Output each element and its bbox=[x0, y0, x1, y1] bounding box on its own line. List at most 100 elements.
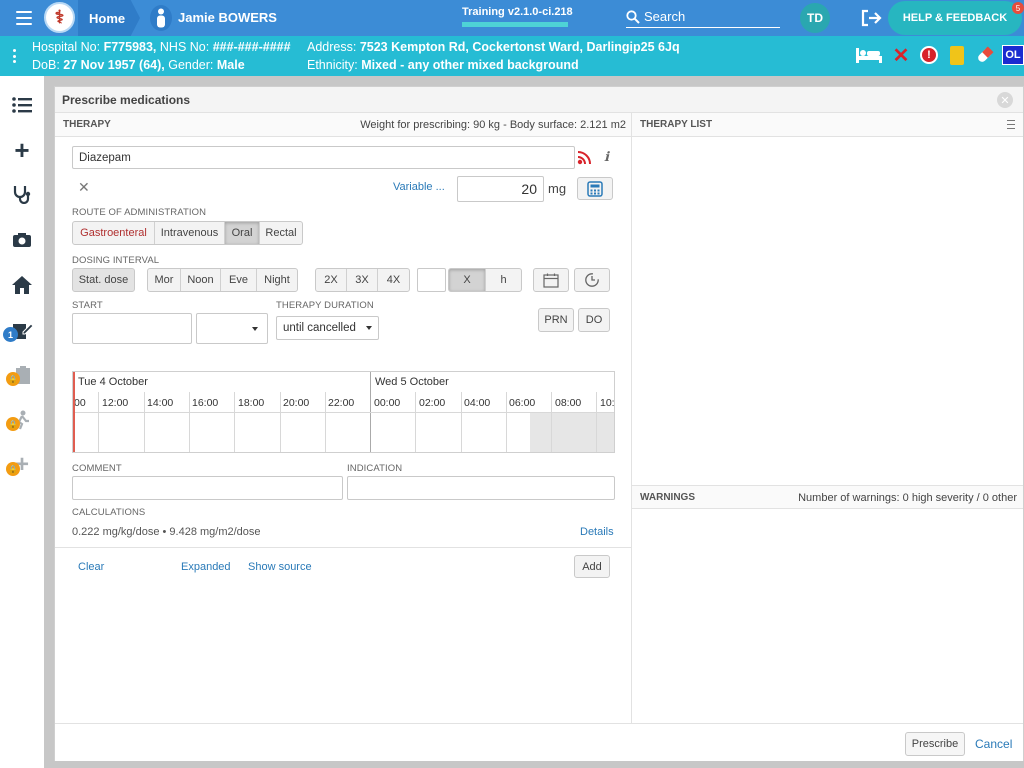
clear-medication-icon[interactable]: ✕ bbox=[78, 179, 90, 196]
nhs-no-value: ###-###-#### bbox=[212, 40, 291, 54]
start-time-select[interactable] bbox=[196, 313, 268, 344]
info-icon[interactable]: ℹ bbox=[604, 150, 609, 165]
interval-unit-hours[interactable]: h bbox=[486, 269, 521, 291]
clear-link[interactable]: Clear bbox=[78, 561, 104, 573]
calculations-label: CALCULATIONS bbox=[72, 507, 146, 518]
search-icon bbox=[626, 9, 640, 24]
help-feedback-label: HELP & FEEDBACK bbox=[902, 12, 1008, 24]
time-of-day-selector: Mor Noon Eve Night bbox=[147, 268, 298, 292]
home-icon[interactable] bbox=[6, 269, 38, 301]
start-date-input[interactable] bbox=[72, 313, 192, 344]
search-label: Search bbox=[644, 9, 686, 24]
dialog-close-icon[interactable]: ✕ bbox=[997, 92, 1013, 108]
hamburger-menu-icon[interactable] bbox=[12, 8, 36, 28]
do-button[interactable]: DO bbox=[578, 308, 610, 332]
logout-icon[interactable] bbox=[860, 9, 882, 27]
time-morning[interactable]: Mor bbox=[148, 269, 181, 291]
close-x-alert-icon[interactable]: ✕ bbox=[890, 44, 912, 67]
address-label: Address: bbox=[307, 40, 357, 54]
timeline-hour-label: 08:00 bbox=[555, 397, 582, 409]
lock-icon: 🔒 bbox=[6, 462, 20, 476]
help-feedback-button[interactable]: HELP & FEEDBACK bbox=[888, 1, 1022, 35]
dose-calculator-button[interactable] bbox=[577, 177, 613, 200]
time-noon[interactable]: Noon bbox=[181, 269, 221, 291]
lock-icon: 🔒 bbox=[6, 417, 20, 431]
list-icon[interactable] bbox=[6, 89, 38, 121]
camera-icon[interactable] bbox=[6, 224, 38, 256]
pill-icon[interactable] bbox=[974, 44, 996, 66]
dialog-header: Prescribe medications ✕ bbox=[55, 87, 1023, 113]
search-box[interactable]: Search bbox=[626, 6, 780, 28]
app-logo[interactable]: ⚕ bbox=[44, 2, 75, 33]
warning-alert-icon[interactable]: ! bbox=[918, 44, 940, 66]
route-oral[interactable]: Oral bbox=[225, 222, 260, 244]
timeline-hour-label: 02:00 bbox=[419, 397, 446, 409]
dosing-interval-label: DOSING INTERVAL bbox=[72, 255, 160, 266]
prn-button[interactable]: PRN bbox=[538, 308, 574, 332]
add-icon[interactable]: + bbox=[6, 134, 38, 166]
medication-search-input[interactable]: Diazepam bbox=[72, 146, 575, 169]
bed-icon[interactable] bbox=[854, 44, 884, 66]
indication-input[interactable] bbox=[347, 476, 615, 500]
therapy-duration-label: THERAPY DURATION bbox=[276, 300, 374, 311]
timeline-hour-tick bbox=[325, 392, 326, 452]
calculator-icon bbox=[587, 180, 603, 197]
interval-value-input[interactable] bbox=[417, 268, 446, 292]
frequency-4x[interactable]: 4X bbox=[378, 269, 409, 291]
time-night[interactable]: Night bbox=[257, 269, 297, 291]
therapy-duration-select[interactable]: until cancelled bbox=[276, 316, 379, 340]
lock-icon: 🔒 bbox=[6, 372, 20, 386]
timeline-row-divider bbox=[73, 412, 614, 413]
schedule-button[interactable] bbox=[574, 268, 610, 292]
therapy-list-section-header: THERAPY LIST bbox=[631, 113, 1023, 137]
patient-name[interactable]: Jamie BOWERS bbox=[178, 10, 277, 25]
kebab-menu-icon[interactable] bbox=[8, 47, 20, 65]
stethoscope-icon[interactable] bbox=[6, 178, 38, 210]
dialog-footer: Prescribe Cancel bbox=[55, 723, 1023, 761]
timeline-hour-label: 20:00 bbox=[283, 397, 310, 409]
home-tab[interactable]: Home bbox=[78, 0, 140, 36]
frequency-2x[interactable]: 2X bbox=[316, 269, 347, 291]
indication-label: INDICATION bbox=[347, 463, 403, 474]
document-alert-icon[interactable] bbox=[946, 44, 968, 66]
chevron-down-icon bbox=[366, 326, 372, 330]
dosing-timeline[interactable]: Tue 4 October Wed 5 October 00 12:00 14:… bbox=[72, 371, 615, 453]
timeline-hour-tick bbox=[98, 392, 99, 452]
frequency-3x[interactable]: 3X bbox=[347, 269, 378, 291]
calendar-button[interactable] bbox=[533, 268, 569, 292]
ol-badge[interactable]: OL bbox=[1002, 45, 1024, 65]
variable-dose-link[interactable]: Variable ... bbox=[393, 181, 445, 193]
details-link[interactable]: Details bbox=[580, 526, 614, 538]
add-button[interactable]: Add bbox=[574, 555, 610, 578]
prescribe-medications-dialog: Prescribe medications ✕ THERAPY Weight f… bbox=[54, 86, 1024, 761]
route-gastroenteral[interactable]: Gastroenteral bbox=[73, 222, 155, 244]
therapy-section-header: THERAPY Weight for prescribing: 90 kg - … bbox=[55, 113, 631, 137]
stat-dose-button[interactable]: Stat. dose bbox=[72, 268, 135, 292]
route-intravenous[interactable]: Intravenous bbox=[155, 222, 225, 244]
notification-count-badge: 1 bbox=[3, 327, 18, 342]
gender-label: Gender: bbox=[168, 58, 214, 72]
hospital-no-value: F775983, bbox=[103, 40, 157, 54]
cancel-link[interactable]: Cancel bbox=[975, 737, 1012, 751]
time-evening[interactable]: Eve bbox=[221, 269, 257, 291]
timeline-hour-tick bbox=[596, 392, 597, 452]
training-version-label: Training v2.1.0-ci.218 bbox=[462, 6, 573, 18]
user-avatar[interactable]: TD bbox=[800, 3, 830, 33]
therapy-section-title: THERAPY bbox=[63, 119, 111, 130]
route-rectal[interactable]: Rectal bbox=[260, 222, 302, 244]
interval-unit-selector: X h bbox=[448, 268, 522, 292]
rss-feed-icon[interactable] bbox=[577, 151, 591, 165]
comment-label: COMMENT bbox=[72, 463, 122, 474]
show-source-link[interactable]: Show source bbox=[248, 561, 312, 573]
interval-unit-x[interactable]: X bbox=[449, 269, 486, 291]
prescribe-button[interactable]: Prescribe bbox=[905, 732, 965, 756]
dose-input[interactable]: 20 bbox=[457, 176, 544, 202]
comment-input[interactable] bbox=[72, 476, 343, 500]
timeline-hour-tick bbox=[551, 392, 552, 452]
nhs-no-label: NHS No: bbox=[159, 40, 210, 54]
expanded-link[interactable]: Expanded bbox=[181, 561, 231, 573]
timeline-hour-tick bbox=[415, 392, 416, 452]
timeline-hour-label: 16:00 bbox=[192, 397, 219, 409]
therapy-duration-value: until cancelled bbox=[283, 322, 356, 334]
list-menu-icon[interactable] bbox=[1007, 120, 1015, 129]
